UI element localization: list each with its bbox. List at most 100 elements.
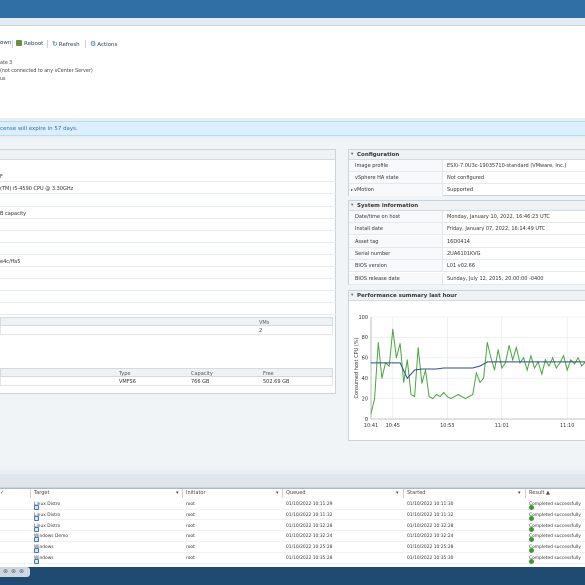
task-result: Completed successfully — [529, 524, 581, 532]
data-point — [392, 362, 394, 364]
started-column-header[interactable]: Started — [407, 490, 425, 498]
task-target-link[interactable]: Linux Distro — [34, 524, 60, 532]
toolbar-separator — [85, 40, 86, 48]
data-point — [464, 367, 466, 369]
close-icon[interactable]: ⊗ — [19, 568, 24, 575]
task-target-link[interactable]: Windows — [34, 556, 54, 564]
task-result-text: Completed successfully — [529, 534, 581, 540]
column-separator — [403, 489, 404, 498]
data-point — [472, 367, 474, 369]
system-info-key: BIOS version — [355, 263, 387, 270]
storage-table-row[interactable]: VMFS6 766 GB 502.69 GB — [0, 377, 333, 386]
task-result: Completed successfully — [529, 513, 581, 521]
task-initiator-text: root — [186, 545, 195, 551]
hardware-row: B capacity — [0, 208, 336, 219]
toolbar-separator — [47, 40, 48, 48]
data-point — [541, 373, 543, 375]
system-info-row: Install date Friday, January 07, 2022, 16… — [349, 223, 585, 236]
task-row[interactable]: Windows root 01/10/2022 10:25:28 01/10/2022… — [0, 542, 585, 554]
config-row-ha-state: vSphere HA state Not configured — [349, 172, 585, 184]
task-row[interactable]: Linux Distro root 01/10/2022 10:11:29 01/10… — [0, 499, 585, 510]
task-queued-time-text: 01/10/2022 10:32:28 — [286, 523, 333, 529]
data-point — [563, 355, 565, 357]
task-row[interactable]: Linux Distro root 01/10/2022 10:32:28 01/10… — [0, 521, 585, 532]
system-info-row: Asset tag 16D0414 — [349, 235, 585, 248]
task-initiator: root — [186, 534, 195, 539]
system-info-key: Date/time on host — [355, 214, 401, 220]
data-point — [457, 394, 459, 396]
refresh-button[interactable]: ↻Refresh — [52, 40, 80, 48]
task-result: Completed successfully — [529, 556, 581, 564]
close-icon[interactable]: ⊗ — [3, 568, 8, 575]
data-point — [512, 359, 514, 361]
hardware-row — [0, 244, 336, 255]
hardware-row — [0, 268, 336, 279]
system-info-value: Friday, January 07, 2022, 16:14:49 UTC — [447, 226, 546, 233]
target-column-header[interactable]: Target — [34, 490, 49, 498]
data-point — [370, 362, 372, 364]
storage-table-header: Type Capacity Free — [0, 368, 333, 377]
refresh-label: Refresh — [58, 42, 80, 48]
vm-icon — [34, 559, 39, 564]
data-point — [468, 396, 470, 398]
data-point — [508, 361, 510, 363]
data-point — [483, 377, 485, 379]
system-info-row: Date/time on host Monday, January 10, 202… — [349, 211, 585, 223]
data-point — [410, 394, 412, 396]
data-point — [417, 347, 419, 349]
data-point — [570, 359, 572, 361]
networks-table-row[interactable]: 2 — [0, 326, 333, 335]
window-controls[interactable]: ⊗ ⊗ ⊗ — [0, 567, 30, 577]
data-point — [501, 361, 503, 363]
data-point — [428, 396, 430, 398]
data-point — [370, 413, 372, 415]
task-row[interactable]: Linux Distro root 01/10/2022 10:11:32 01/10… — [0, 510, 585, 521]
task-initiator-text: root — [186, 556, 195, 561]
data-point — [530, 355, 532, 357]
task-target-link[interactable]: Windows — [34, 545, 54, 554]
data-point — [552, 357, 554, 359]
actions-button[interactable]: ⚙Actions — [90, 40, 117, 48]
data-point — [421, 382, 423, 384]
close-icon[interactable]: ⊗ — [11, 568, 16, 575]
task-initiator: root — [186, 502, 195, 507]
initiator-column-header[interactable]: Initiator — [186, 490, 206, 498]
task-initiator-text: root — [186, 502, 195, 507]
license-text: cense will expire in 57 days. — [0, 126, 78, 132]
task-result-text: Completed successfully — [529, 545, 581, 551]
reboot-button[interactable]: Reboot — [16, 40, 43, 47]
hardware-value: e4c/ffa5 — [0, 259, 21, 265]
queued-column-header[interactable]: Queued — [286, 490, 306, 498]
configuration-card-header[interactable]: ▾ Configuration — [349, 150, 585, 160]
config-row-vmotion[interactable]: ▸vMotion Supported — [349, 184, 585, 196]
system-information-title: System information — [357, 203, 419, 209]
hardware-row: e4c/ffa5 — [0, 256, 336, 267]
license-banner: cense will expire in 57 days. — [0, 121, 585, 136]
series-line-0 — [370, 329, 585, 415]
x-tick-label: 11:01 — [495, 423, 509, 429]
reboot-label: Reboot — [24, 41, 44, 47]
shutdown-button[interactable]: own — [0, 40, 11, 46]
task-target-link[interactable]: Linux Distro — [34, 513, 60, 521]
task-result-text: Completed successfully — [529, 556, 581, 561]
task-row[interactable]: Windows Demo root 01/10/2022 10:32:24 01/10… — [0, 531, 585, 543]
performance-card-header[interactable]: ▾ Performance summary last hour — [349, 291, 585, 301]
task-target-link[interactable]: Linux Distro — [34, 502, 60, 510]
hardware-row — [0, 232, 336, 243]
toolbar-separator — [12, 40, 13, 48]
result-column-header[interactable]: Result ▲ — [529, 490, 550, 498]
task-row[interactable]: Windows root 01/10/2022 10:35:28 01/10/2022… — [0, 553, 585, 564]
system-info-value: Monday, January 10, 2022, 16:46:23 UTC — [447, 214, 550, 220]
data-point — [552, 361, 554, 363]
task-queued-time-text: 01/10/2022 10:11:29 — [286, 502, 333, 507]
system-information-card-header[interactable]: ▾ System information — [349, 201, 585, 211]
task-target-link[interactable]: Windows Demo — [34, 534, 68, 543]
task-queued-time-text: 01/10/2022 10:35:28 — [286, 556, 333, 561]
column-header-partial[interactable]: ✓ — [0, 490, 4, 498]
data-point — [486, 342, 488, 343]
data-point — [566, 361, 568, 363]
system-info-key: Asset tag — [355, 238, 379, 245]
data-point — [406, 359, 408, 361]
data-point — [504, 362, 506, 364]
task-started-time: 01/10/2022 10:11:30 — [407, 502, 453, 507]
